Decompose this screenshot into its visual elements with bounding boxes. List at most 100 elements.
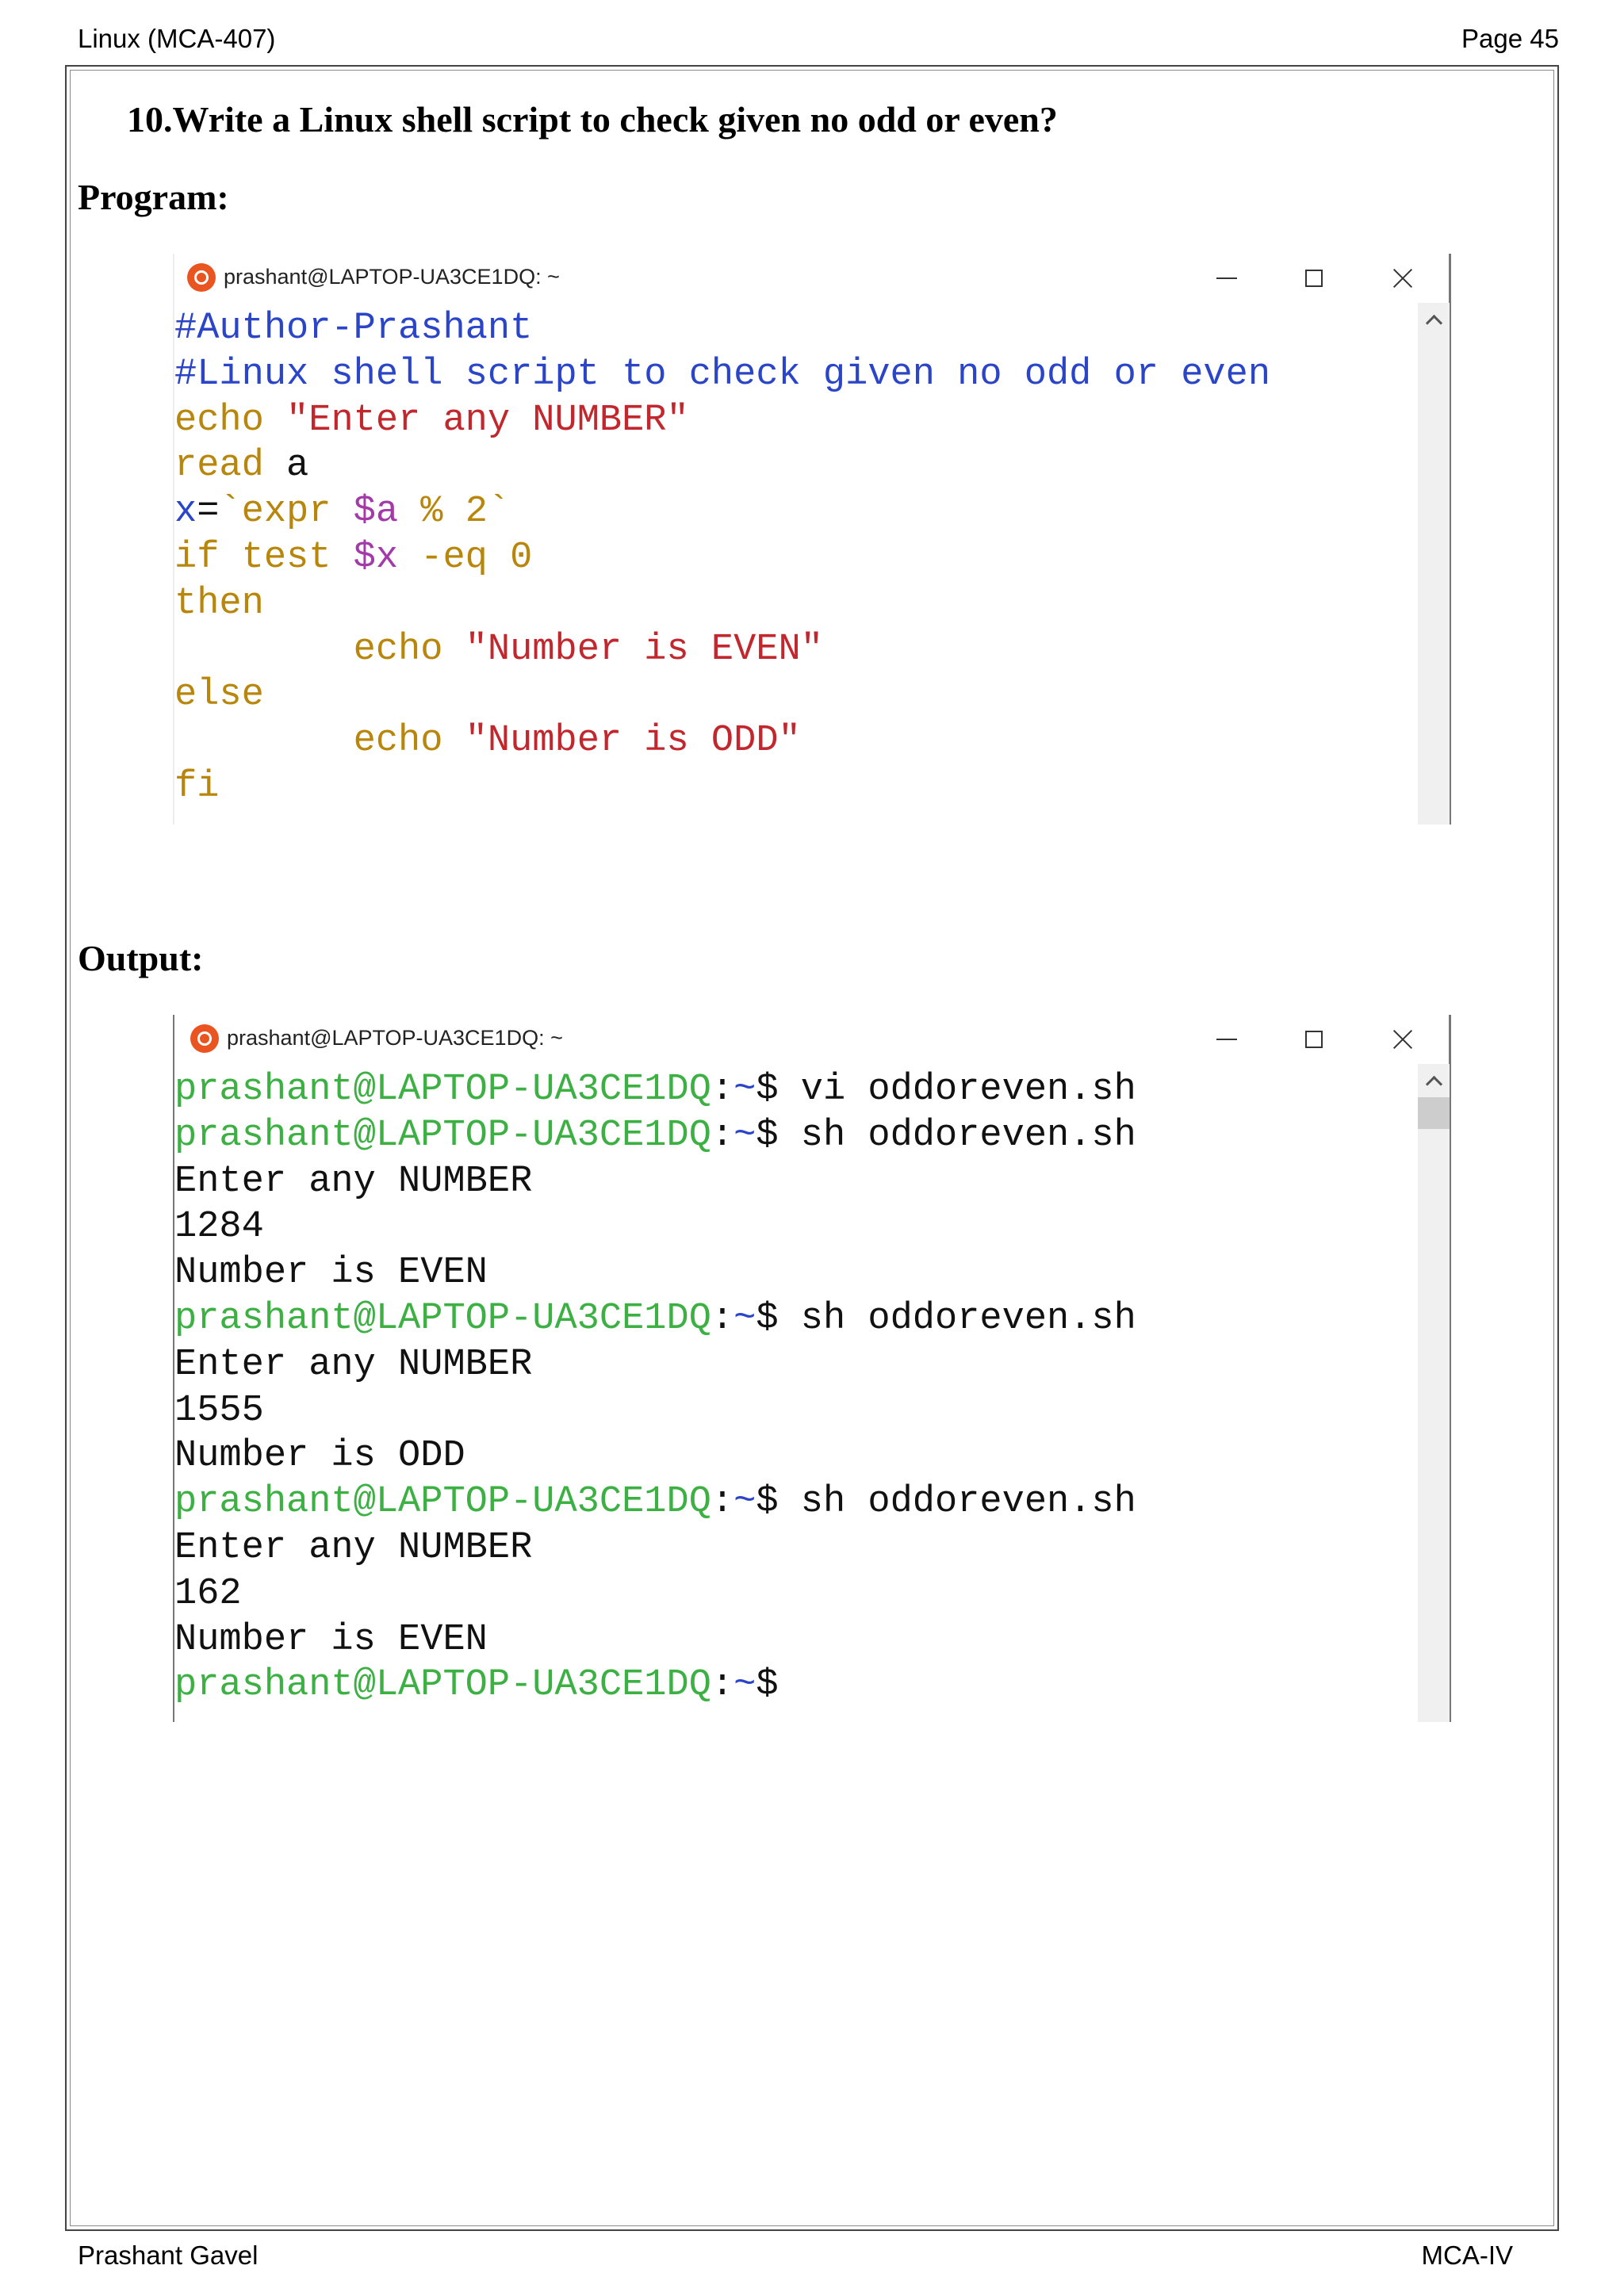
close-button[interactable] [1383,260,1423,297]
ubuntu-icon [190,1024,219,1053]
code-token: $ sh oddoreven.sh [756,1481,1136,1524]
code-token: Number is ODD [174,1435,465,1478]
maximize-button[interactable] [1294,1021,1334,1058]
code-token: $ sh oddoreven.sh [756,1114,1136,1157]
page-header-number: Page 45 [1461,24,1559,53]
page-footer-author: Prashant Gavel [78,2241,259,2270]
code-token: $ [756,1664,779,1707]
code-token: echo [174,628,465,671]
maximize-button[interactable] [1294,260,1334,297]
terminal-line: prashant@LAPTOP-UA3CE1DQ:~$ sh oddoreven… [174,1479,1136,1525]
code-token: $ sh oddoreven.sh [756,1297,1136,1340]
code-token: prashant@LAPTOP-UA3CE1DQ [174,1069,711,1111]
terminal-line: Enter any NUMBER [174,1525,1136,1571]
code-line: #Linux shell script to check given no od… [174,352,1270,398]
code-token: = [197,491,220,534]
terminal-line: Number is EVEN [174,1617,1136,1663]
code-line: echo "Number is EVEN" [174,627,1270,673]
scroll-up-button[interactable] [1418,1069,1450,1093]
code-token: : [710,1114,734,1157]
page-footer-class: MCA-IV [1421,2241,1514,2270]
code-token: 1284 [174,1206,264,1249]
close-icon [1392,267,1414,289]
terminal-line: Enter any NUMBER [174,1342,1136,1388]
close-button[interactable] [1383,1021,1423,1058]
minimize-icon [1216,1039,1237,1040]
maximize-icon [1305,1031,1323,1048]
code-token: ~ [733,1069,756,1111]
terminal-line: prashant@LAPTOP-UA3CE1DQ:~$ sh oddoreven… [174,1113,1136,1159]
code-line: echo "Number is ODD" [174,718,1270,764]
code-line: #Author-Prashant [174,306,1270,352]
minimize-icon [1216,277,1237,279]
code-token: $x [353,536,399,579]
code-token: ~ [733,1297,756,1340]
code-line: read a [174,443,1270,489]
output-code: prashant@LAPTOP-UA3CE1DQ:~$ vi oddoreven… [174,1067,1136,1709]
code-token: $ vi oddoreven.sh [756,1069,1136,1111]
code-token: % 2` [398,491,511,534]
code-line: then [174,581,1270,627]
code-token: if test [174,536,354,579]
terminal-line: prashant@LAPTOP-UA3CE1DQ:~$ vi oddoreven… [174,1067,1136,1113]
code-token: a [263,445,309,488]
terminal-line: prashant@LAPTOP-UA3CE1DQ:~$ [174,1663,1136,1709]
minimize-button[interactable] [1207,1021,1247,1058]
program-window-title: prashant@LAPTOP-UA3CE1DQ: ~ [224,265,560,289]
maximize-icon [1305,270,1323,287]
code-token: else [174,674,264,717]
output-titlebar[interactable]: prashant@LAPTOP-UA3CE1DQ: ~ [173,1015,1451,1062]
minimize-button[interactable] [1207,260,1247,297]
code-token: "Number is EVEN" [465,628,823,671]
terminal-line: prashant@LAPTOP-UA3CE1DQ:~$ sh oddoreven… [174,1296,1136,1342]
code-line: else [174,672,1270,718]
program-code: #Author-Prashant #Linux shell script to c… [174,306,1270,810]
terminal-line: Number is EVEN [174,1250,1136,1296]
code-token: : [710,1297,734,1340]
code-token: : [710,1481,734,1524]
chevron-up-icon [1425,314,1442,331]
terminal-line: 1555 [174,1388,1136,1434]
chevron-up-icon [1425,1075,1442,1093]
code-line: echo "Enter any NUMBER" [174,398,1270,444]
program-titlebar[interactable]: prashant@LAPTOP-UA3CE1DQ: ~ [173,254,1451,301]
code-token: Number is EVEN [174,1252,488,1295]
code-token: `expr [219,491,354,534]
code-token: then [174,582,264,625]
code-token: 162 [174,1572,242,1615]
code-token: : [710,1664,734,1707]
question-title: 10.Write a Linux shell script to check g… [127,99,1058,140]
code-token: prashant@LAPTOP-UA3CE1DQ [174,1664,711,1707]
terminal-line: 1284 [174,1204,1136,1250]
code-token: Enter any NUMBER [174,1526,533,1569]
terminal-line: 162 [174,1571,1136,1617]
ubuntu-icon [187,263,216,292]
program-scrollbar[interactable] [1418,303,1450,825]
code-token: "Number is ODD" [465,720,801,763]
code-token: ~ [733,1664,756,1707]
code-token: echo [174,720,465,763]
code-token: : [710,1069,734,1111]
code-token: #Linux shell script to check given no od… [174,353,1271,396]
code-token: fi [174,765,220,808]
code-line: x=`expr $a % 2` [174,489,1270,535]
output-window-title: prashant@LAPTOP-UA3CE1DQ: ~ [227,1026,563,1050]
code-token: read [174,445,264,488]
code-token: $a [353,491,399,534]
code-line: fi [174,764,1270,810]
output-label: Output: [78,938,204,978]
page-header-course: Linux (MCA-407) [78,24,276,53]
code-token: #Author-Prashant [174,308,533,350]
close-icon [1392,1028,1414,1050]
terminal-line: Enter any NUMBER [174,1159,1136,1205]
code-token: ~ [733,1114,756,1157]
code-token: Enter any NUMBER [174,1343,533,1386]
code-token: x [174,491,197,534]
code-token: echo [174,399,287,442]
scroll-up-button[interactable] [1418,308,1450,331]
output-scrollbar[interactable] [1418,1064,1450,1722]
scroll-thumb[interactable] [1418,1097,1450,1129]
program-label: Program: [78,177,229,217]
code-token: -eq 0 [398,536,533,579]
code-token: Enter any NUMBER [174,1160,533,1203]
